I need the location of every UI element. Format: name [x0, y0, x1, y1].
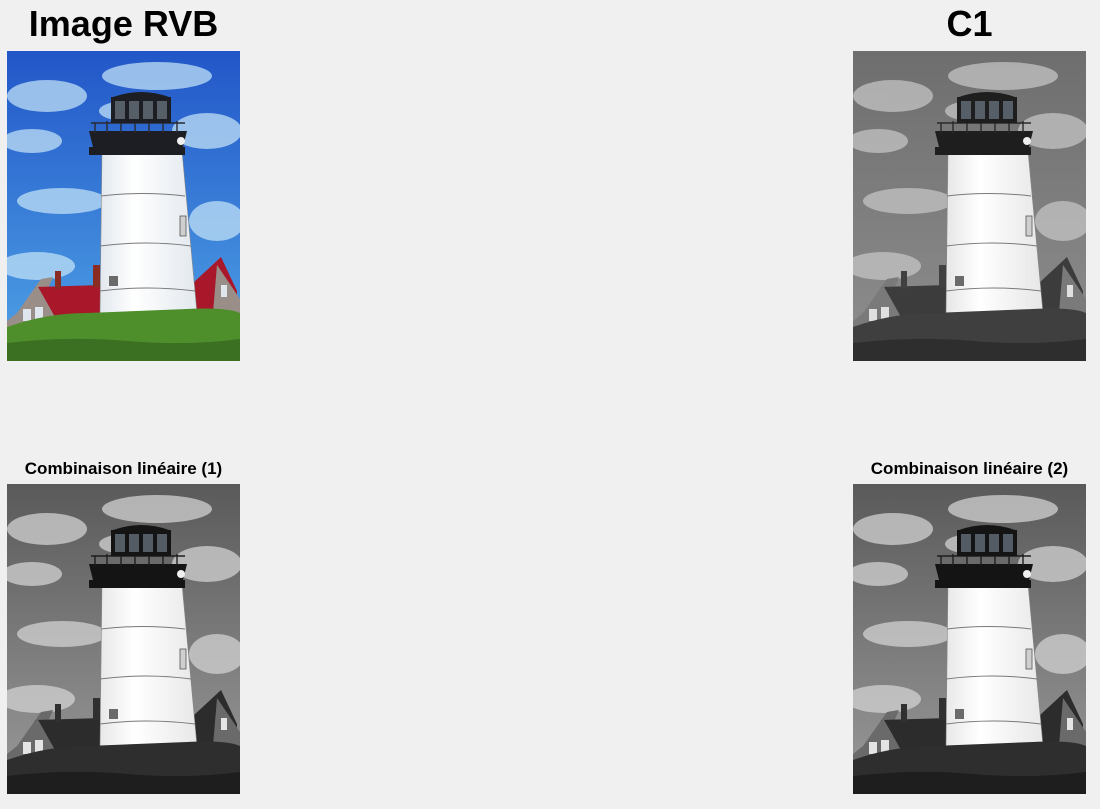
matlab-figure: Image RVB C1 Combinaison linéaire (1) Co… [0, 0, 1100, 809]
panel-title-combinaison-1: Combinaison linéaire (1) [24, 459, 223, 478]
lighthouse-color-image [7, 51, 240, 361]
lighthouse-combinaison-2-image [853, 484, 1086, 794]
lighthouse-combinaison-1-image [7, 484, 240, 794]
panel-title-combinaison-2: Combinaison linéaire (2) [870, 459, 1069, 478]
panel-title-c1: C1 [946, 3, 993, 44]
lighthouse-c1-image [853, 51, 1086, 361]
panel-title-image-rvb: Image RVB [28, 3, 219, 44]
